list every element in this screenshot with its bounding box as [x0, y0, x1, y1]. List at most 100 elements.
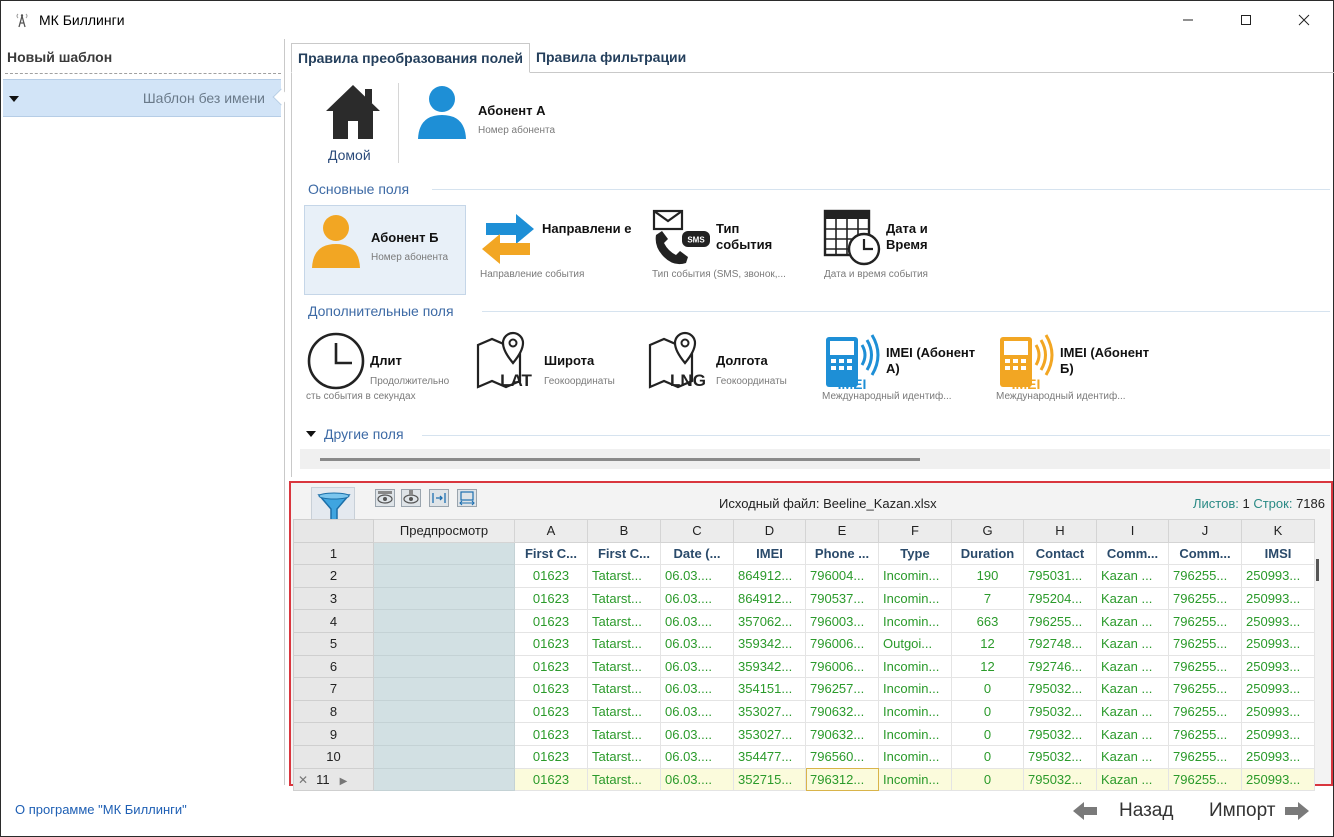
table-cell[interactable]: Kazan ...	[1096, 722, 1169, 746]
table-cell[interactable]: 250993...	[1241, 631, 1315, 656]
table-cell[interactable]: Incomin...	[878, 677, 952, 701]
table-cell[interactable]: 0	[951, 699, 1024, 724]
table-row[interactable]: 9 01623 Tatarst... 06.03.... 353027... 790632…	[293, 722, 1315, 746]
table-cell[interactable]: Kazan ...	[1096, 631, 1169, 656]
table-cell[interactable]: Incomin...	[878, 744, 952, 769]
show-hidden-button[interactable]	[375, 489, 395, 507]
table-cell[interactable]: 796255...	[1168, 677, 1242, 701]
table-cell[interactable]: 250993...	[1241, 609, 1315, 633]
template-list-item[interactable]: Шаблон без имени	[3, 79, 290, 117]
column-letter-k[interactable]: K	[1241, 519, 1315, 543]
table-cell[interactable]: 796255...	[1168, 586, 1242, 611]
table-cell[interactable]: 795032...	[1023, 744, 1097, 769]
table-row[interactable]: 4 01623 Tatarst... 06.03.... 357062... 796003…	[293, 609, 1315, 633]
table-cell[interactable]: Tatarst...	[587, 654, 661, 679]
table-cell[interactable]: 06.03....	[660, 586, 734, 611]
table-cell[interactable]: 250993...	[1241, 699, 1315, 724]
vertical-scrollbar-thumb[interactable]	[1316, 559, 1319, 581]
table-cell[interactable]: Incomin...	[878, 609, 952, 633]
table-row[interactable]: 2 01623 Tatarst... 06.03.... 864912... 796004…	[293, 564, 1315, 588]
table-row[interactable]: 10 01623 Tatarst... 06.03.... 354477... 79656…	[293, 744, 1315, 769]
table-cell[interactable]: 01623	[514, 767, 588, 792]
table-cell[interactable]: 796255...	[1023, 609, 1097, 633]
table-cell[interactable]: 354151...	[733, 677, 806, 701]
table-cell[interactable]: 06.03....	[660, 699, 734, 724]
table-cell[interactable]: 795204...	[1023, 586, 1097, 611]
row-number[interactable]: 7	[293, 677, 374, 701]
table-cell[interactable]: 796255...	[1168, 722, 1242, 746]
column-header[interactable]: Comm...	[1096, 541, 1169, 566]
column-letter-i[interactable]: I	[1096, 519, 1169, 543]
table-cell[interactable]: 796255...	[1168, 699, 1242, 724]
close-button[interactable]	[1275, 1, 1333, 39]
table-cell[interactable]: 796006...	[805, 654, 879, 679]
field-event-type[interactable]: SMS Тип события Тип события (SMS, звонок…	[648, 205, 808, 295]
column-header[interactable]: Duration	[951, 541, 1024, 566]
table-cell[interactable]: 353027...	[733, 699, 806, 724]
table-cell[interactable]: 796003...	[805, 609, 879, 633]
table-cell[interactable]: 06.03....	[660, 631, 734, 656]
field-direction[interactable]: Направлени е Направление события	[478, 205, 638, 295]
column-letter-a[interactable]: A	[514, 519, 588, 543]
field-imei-a[interactable]: IMEI IMEI (Абонент А) Международный иден…	[822, 329, 988, 405]
table-cell[interactable]: 796255...	[1168, 744, 1242, 769]
column-letter-f[interactable]: F	[878, 519, 952, 543]
table-cell[interactable]: 7	[951, 586, 1024, 611]
table-cell[interactable]: 250993...	[1241, 722, 1315, 746]
table-cell[interactable]: 01623	[514, 699, 588, 724]
table-cell[interactable]: 790632...	[805, 722, 879, 746]
table-cell[interactable]: 0	[951, 722, 1024, 746]
table-cell[interactable]: 864912...	[733, 586, 806, 611]
row-number[interactable]: 9	[293, 722, 374, 746]
table-row[interactable]: 5 01623 Tatarst... 06.03.... 359342... 796006…	[293, 631, 1315, 656]
table-cell[interactable]: 250993...	[1241, 744, 1315, 769]
table-cell[interactable]: Tatarst...	[587, 586, 661, 611]
table-cell[interactable]: 796255...	[1168, 654, 1242, 679]
table-cell[interactable]: 352715...	[733, 767, 806, 792]
table-cell[interactable]: 663	[951, 609, 1024, 633]
column-letter-j[interactable]: J	[1168, 519, 1242, 543]
table-row[interactable]: 7 01623 Tatarst... 06.03.... 354151... 796257…	[293, 677, 1315, 701]
table-cell[interactable]: 795032...	[1023, 722, 1097, 746]
field-latitude[interactable]: LAT Широта Геокоординаты	[476, 329, 636, 405]
table-cell[interactable]: 796006...	[805, 631, 879, 656]
table-cell[interactable]: 06.03....	[660, 722, 734, 746]
table-cell[interactable]: Tatarst...	[587, 767, 661, 792]
table-cell[interactable]: 359342...	[733, 631, 806, 656]
import-button[interactable]: Импорт	[1209, 797, 1311, 825]
table-cell[interactable]: 790632...	[805, 699, 879, 724]
table-cell[interactable]: 190	[951, 564, 1024, 588]
table-cell[interactable]: 01623	[514, 564, 588, 588]
table-cell[interactable]: 250993...	[1241, 767, 1315, 792]
table-row[interactable]: 8 01623 Tatarst... 06.03.... 353027... 790632…	[293, 699, 1315, 724]
column-header[interactable]: Date (...	[660, 541, 734, 566]
table-cell[interactable]: 01623	[514, 722, 588, 746]
table-cell[interactable]: 357062...	[733, 609, 806, 633]
column-letter-e[interactable]: E	[805, 519, 879, 543]
table-cell[interactable]: 250993...	[1241, 654, 1315, 679]
table-cell[interactable]: Kazan ...	[1096, 654, 1169, 679]
table-cell[interactable]: Kazan ...	[1096, 586, 1169, 611]
table-cell[interactable]: 06.03....	[660, 767, 734, 792]
field-abonent-b[interactable]: Абонент Б Номер абонента	[304, 205, 466, 295]
table-cell[interactable]: 06.03....	[660, 609, 734, 633]
table-row[interactable]: 3 01623 Tatarst... 06.03.... 864912... 790537…	[293, 586, 1315, 611]
table-cell[interactable]: 01623	[514, 586, 588, 611]
row-number[interactable]: 3	[293, 586, 374, 611]
table-cell[interactable]: 01623	[514, 631, 588, 656]
home-button[interactable]: Домой	[322, 81, 388, 163]
table-cell[interactable]: Kazan ...	[1096, 744, 1169, 769]
table-cell[interactable]: 0	[951, 677, 1024, 701]
column-header[interactable]: Comm...	[1168, 541, 1242, 566]
autofit-columns-button[interactable]	[457, 489, 477, 507]
field-duration[interactable]: Длит Продолжительно сть события в секунд…	[306, 329, 466, 405]
column-letter-h[interactable]: H	[1023, 519, 1097, 543]
table-cell[interactable]: 250993...	[1241, 586, 1315, 611]
expand-arrow-icon[interactable]	[9, 96, 19, 102]
table-cell[interactable]: 01623	[514, 744, 588, 769]
row-number[interactable]: 6	[293, 654, 374, 679]
table-cell[interactable]: Kazan ...	[1096, 767, 1169, 792]
field-abonent-a[interactable]: Абонент А Номер абонента	[416, 81, 596, 147]
table-cell[interactable]: Tatarst...	[587, 699, 661, 724]
table-cell[interactable]: 250993...	[1241, 564, 1315, 588]
